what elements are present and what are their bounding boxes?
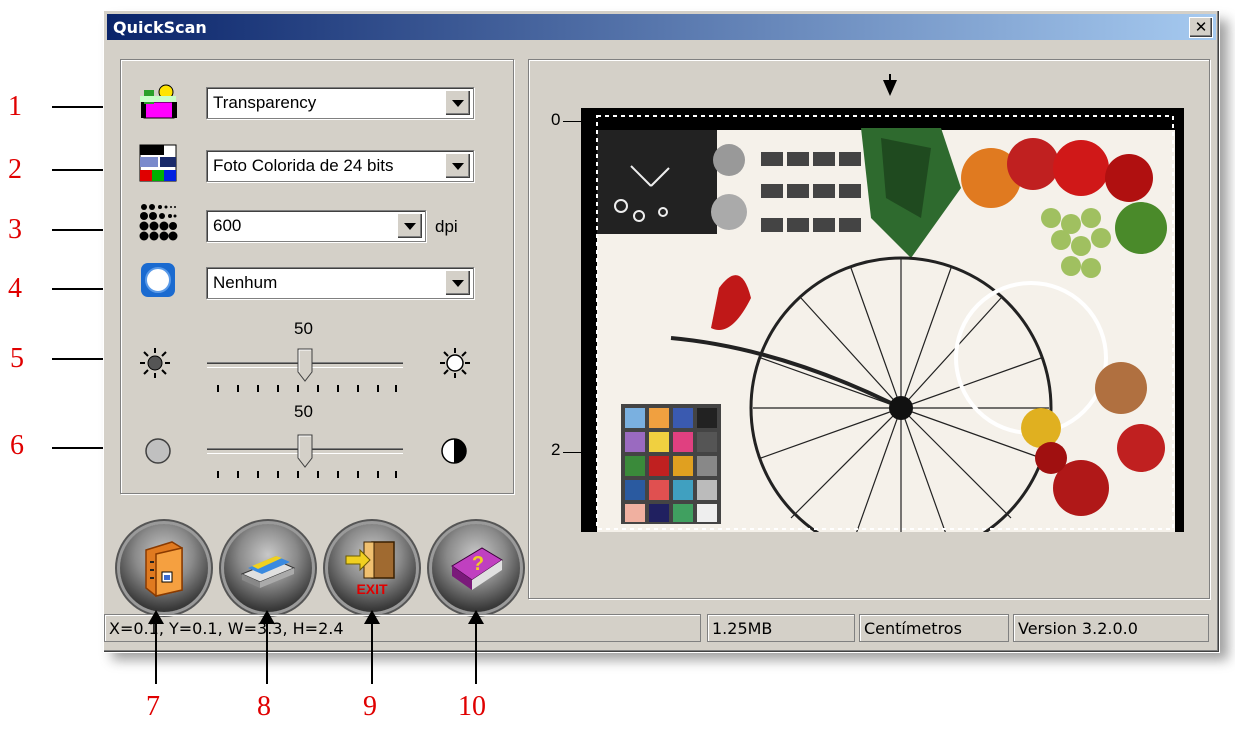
contrast-slider-thumb[interactable] xyxy=(297,434,313,468)
contrast-high-icon xyxy=(439,436,469,466)
resolution-unit: dpi xyxy=(435,217,458,236)
contrast-ticks xyxy=(217,471,397,479)
quickscan-window: QuickScan ✕ Transparency Foto Colorida d… xyxy=(103,10,1220,653)
image-type-icon xyxy=(138,143,178,183)
callout-1: 1 xyxy=(8,91,22,122)
callout-6: 6 xyxy=(10,430,24,461)
callout-2: 2 xyxy=(8,154,22,185)
brightness-ticks xyxy=(217,385,397,393)
filter-value: Nenhum xyxy=(213,273,278,292)
scan-source-icon xyxy=(138,82,178,122)
exit-button[interactable]: EXIT xyxy=(328,524,416,612)
callout-8: 8 xyxy=(257,691,271,722)
preview-button[interactable] xyxy=(224,524,312,612)
image-type-select[interactable]: Foto Colorida de 24 bits xyxy=(206,150,474,182)
folder-icon xyxy=(145,541,183,597)
filter-dropdown-button[interactable] xyxy=(445,270,471,296)
preview-image xyxy=(581,108,1184,532)
help-book-icon: ? xyxy=(451,547,503,590)
callout-arrow-10 xyxy=(468,610,484,684)
callout-arrow-9 xyxy=(364,610,380,684)
help-button[interactable]: ? xyxy=(432,524,520,612)
callout-5: 5 xyxy=(10,343,24,374)
filter-select[interactable]: Nenhum xyxy=(206,267,474,299)
scan-source-value: Transparency xyxy=(213,93,317,112)
ruler-label-0: 0 xyxy=(551,110,561,129)
resolution-value: 600 xyxy=(213,216,242,235)
preview-image-area[interactable] xyxy=(581,108,1184,532)
status-units: Centímetros xyxy=(859,614,1009,642)
callout-3: 3 xyxy=(8,214,22,245)
filter-icon xyxy=(138,260,178,300)
window-title: QuickScan xyxy=(113,18,207,37)
svg-text:EXIT: EXIT xyxy=(356,581,388,597)
status-version: Version 3.2.0.0 xyxy=(1013,614,1209,642)
callout-7: 7 xyxy=(146,691,160,722)
resolution-dropdown-button[interactable] xyxy=(397,213,423,239)
scan-source-select[interactable]: Transparency xyxy=(206,87,474,119)
top-position-marker[interactable] xyxy=(883,74,897,96)
status-coordinates: X=0.1, Y=0.1, W=3.3, H=2.4 xyxy=(104,614,701,642)
svg-text:?: ? xyxy=(472,553,484,575)
callout-4: 4 xyxy=(8,273,22,304)
callout-9: 9 xyxy=(363,691,377,722)
resolution-select[interactable]: 600 xyxy=(206,210,426,242)
callout-10: 10 xyxy=(458,691,486,722)
brightness-low-icon xyxy=(139,347,171,379)
ruler-label-2: 2 xyxy=(551,440,561,459)
scan-to-folder-button[interactable] xyxy=(120,524,208,612)
brightness-value: 50 xyxy=(294,319,313,338)
scan-source-dropdown-button[interactable] xyxy=(445,90,471,116)
status-file-size: 1.25MB xyxy=(707,614,855,642)
image-type-dropdown-button[interactable] xyxy=(445,153,471,179)
preview-panel: 0 2 xyxy=(528,59,1210,599)
close-button[interactable]: ✕ xyxy=(1189,17,1213,38)
image-type-value: Foto Colorida de 24 bits xyxy=(213,156,394,175)
callout-arrow-8 xyxy=(259,610,275,684)
resolution-icon xyxy=(138,201,178,241)
close-icon: ✕ xyxy=(1194,18,1208,36)
title-bar[interactable]: QuickScan ✕ xyxy=(107,14,1216,40)
brightness-high-icon xyxy=(439,347,471,379)
contrast-value: 50 xyxy=(294,402,313,421)
scanner-icon xyxy=(240,556,296,588)
callout-arrow-7 xyxy=(148,610,164,684)
exit-icon: EXIT xyxy=(345,541,395,597)
brightness-slider-thumb[interactable] xyxy=(297,348,313,382)
settings-panel: Transparency Foto Colorida de 24 bits 60… xyxy=(120,59,514,494)
contrast-low-icon xyxy=(143,436,173,466)
